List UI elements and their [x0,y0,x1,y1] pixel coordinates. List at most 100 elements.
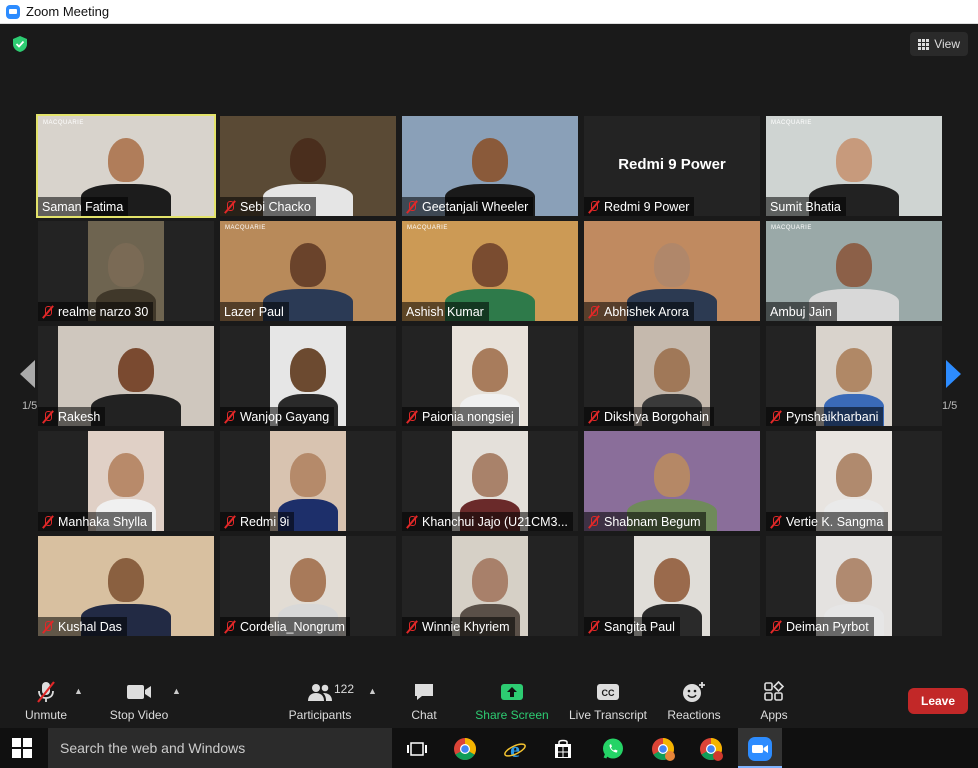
participants-options-caret-icon[interactable]: ▲ [368,686,377,696]
participant-tile[interactable]: Khanchui Jajo (U21CM3... [402,431,578,531]
microphone-muted-icon [406,410,418,424]
unmute-button[interactable]: Unmute [18,674,74,728]
participant-tile[interactable]: MACQUARIE Lazer Paul [220,221,396,321]
view-button[interactable]: View [910,32,968,56]
participant-name: Lazer Paul [224,304,284,319]
window-titlebar: Zoom Meeting [0,0,978,24]
microphone-muted-icon [42,305,54,319]
participant-tile[interactable]: Paionia nongsiej [402,326,578,426]
participant-face [118,348,154,392]
participant-tile[interactable]: Wanjop Gayang [220,326,396,426]
microphone-muted-icon [588,410,600,424]
reactions-label: Reactions [667,708,721,722]
microphone-muted-icon [406,620,418,634]
chrome-icon[interactable] [452,736,478,762]
participant-face [290,453,326,497]
participant-tile[interactable]: realme narzo 30 [38,221,214,321]
microphone-muted-icon [770,410,782,424]
share-screen-button[interactable]: Share Screen [474,674,550,728]
participant-tile[interactable]: Cordelia_Nongrum [220,536,396,636]
participant-tile[interactable]: Geetanjali Wheeler [402,116,578,216]
page-number-right: 1/5 [942,400,958,412]
windows-start-icon[interactable] [12,738,32,758]
participant-tile[interactable]: Pynshaikharbani [766,326,942,426]
microphone-muted-icon [224,515,236,529]
microphone-muted-icon [224,200,236,214]
participant-face [108,138,144,182]
participants-icon [307,680,333,704]
internet-explorer-icon[interactable]: e [502,736,528,762]
participant-tile[interactable]: Manhaka Shylla [38,431,214,531]
task-view-icon[interactable] [404,736,430,762]
background-brand-logo: MACQUARIE [43,120,84,126]
audio-options-caret-icon[interactable]: ▲ [74,686,83,696]
background-brand-logo: MACQUARIE [771,120,812,126]
participant-face [290,243,326,287]
leave-button[interactable]: Leave [908,688,968,714]
participant-tile[interactable]: Abhishek Arora [584,221,760,321]
participant-tile[interactable]: Sangita Paul [584,536,760,636]
participant-face [472,453,508,497]
participant-nameplate: Manhaka Shylla [38,512,152,531]
participant-name: Pynshaikharbani [786,409,879,424]
participant-face [654,243,690,287]
participant-nameplate: Deiman Pyrbot [766,617,874,636]
chat-button[interactable]: Chat [402,674,446,728]
participant-nameplate: Cordelia_Nongrum [220,617,350,636]
participant-face [836,243,872,287]
participant-nameplate: Rakesh [38,407,106,426]
participant-tile[interactable]: Deiman Pyrbot [766,536,942,636]
video-options-caret-icon[interactable]: ▲ [172,686,181,696]
participant-face [836,138,872,182]
participant-tile[interactable]: Shabnam Begum [584,431,760,531]
share-screen-icon [500,680,524,704]
participant-tile[interactable]: MACQUARIE Ambuj Jain [766,221,942,321]
taskbar-search-input[interactable]: Search the web and Windows [48,728,392,768]
participant-face [472,138,508,182]
participant-tile[interactable]: MACQUARIE Saman Fatima [36,114,216,218]
participant-nameplate: Winnie Khyriem [402,617,515,636]
participant-face [836,453,872,497]
microphone-muted-icon [588,620,600,634]
svg-text:CC: CC [602,688,615,698]
previous-page-arrow-icon[interactable] [20,360,35,388]
microphone-muted-icon [224,410,236,424]
reactions-button[interactable]: Reactions [664,674,724,728]
participant-tile[interactable]: Rakesh [38,326,214,426]
participant-tile[interactable]: MACQUARIE Sumit Bhatia [766,116,942,216]
participant-tile[interactable]: Kushal Das [38,536,214,636]
microphone-muted-icon [42,410,54,424]
participant-tile[interactable]: Dikshya Borgohain [584,326,760,426]
participant-name: Kushal Das [58,619,122,634]
next-page-arrow-icon[interactable] [946,360,961,388]
participant-tile[interactable]: MACQUARIE Ashish Kumar [402,221,578,321]
live-transcript-button[interactable]: CC Live Transcript [568,674,648,728]
window-title: Zoom Meeting [26,4,110,19]
participants-label: Participants [288,708,352,722]
participant-tile[interactable]: Redmi 9 Power Redmi 9 Power [584,116,760,216]
whatsapp-icon[interactable] [600,736,626,762]
microphone-muted-icon [406,515,418,529]
participant-nameplate: realme narzo 30 [38,302,154,321]
zoom-app-icon[interactable] [747,736,773,762]
participant-nameplate: Sumit Bhatia [766,197,846,216]
participant-tile[interactable]: Sebi Chacko [220,116,396,216]
participant-name: Abhishek Arora [604,304,689,319]
participant-face [654,453,690,497]
participant-name: Deiman Pyrbot [786,619,869,634]
microphone-muted-icon [224,620,236,634]
microsoft-store-icon[interactable] [550,736,576,762]
participant-name: Shabnam Begum [604,514,701,529]
participant-face [290,558,326,602]
security-shield-icon[interactable] [10,34,30,54]
participant-tile[interactable]: Redmi 9i [220,431,396,531]
chrome-profile-icon-2[interactable] [698,736,724,762]
microphone-muted-icon [770,515,782,529]
windows-taskbar: Search the web and Windows e [0,728,978,768]
apps-button[interactable]: Apps [756,674,792,728]
participant-tile[interactable]: Winnie Khyriem [402,536,578,636]
participant-tile[interactable]: Vertie K. Sangma [766,431,942,531]
chrome-profile-icon[interactable] [650,736,676,762]
participant-name: Sumit Bhatia [770,199,841,214]
stop-video-button[interactable]: Stop Video [106,674,172,728]
